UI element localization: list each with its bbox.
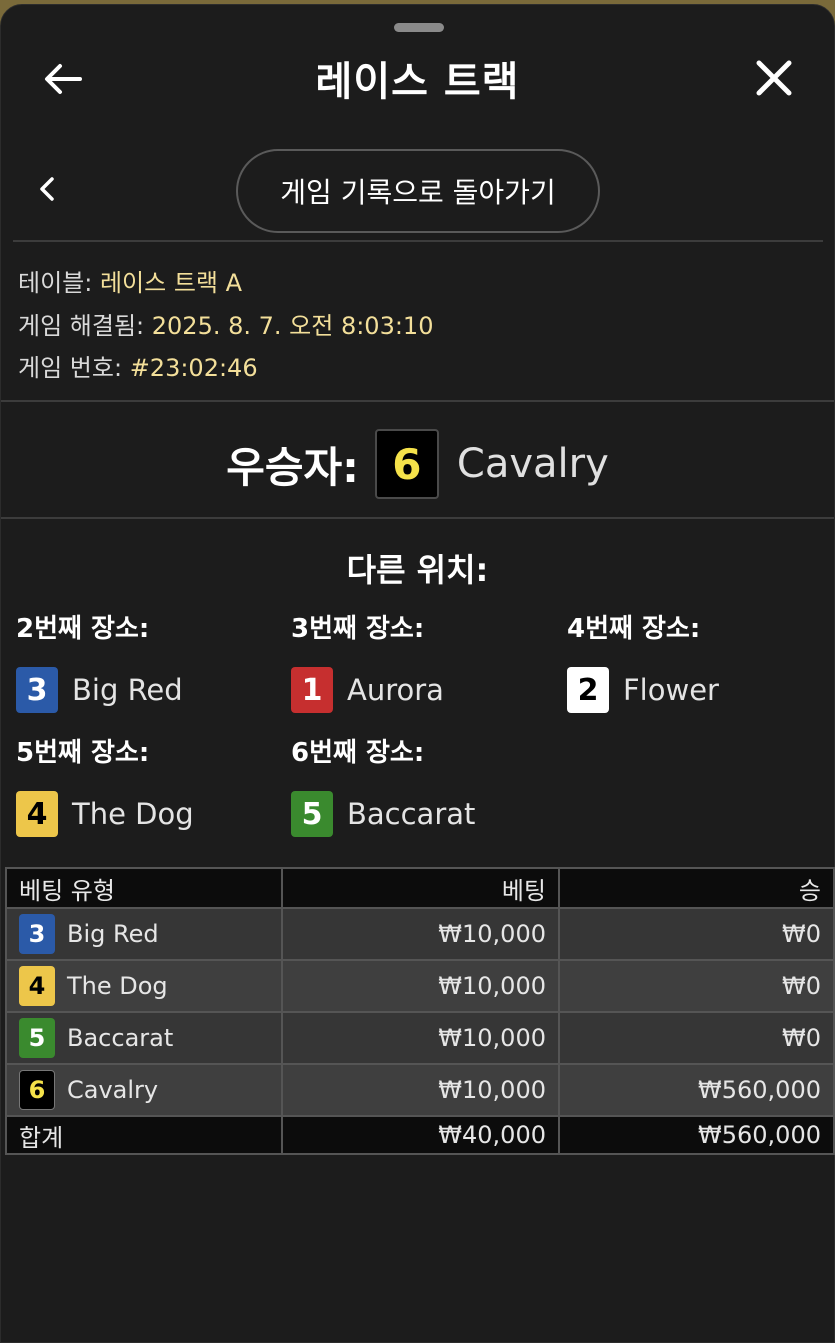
runner-name: Aurora bbox=[347, 673, 444, 707]
place-4: 4번째 장소: 2 Flower bbox=[567, 613, 719, 713]
game-number-label: 게임 번호: bbox=[18, 354, 123, 382]
winner-number-badge: 6 bbox=[374, 429, 439, 499]
runner-number-badge: 5 bbox=[291, 791, 333, 837]
place-3: 3번째 장소: 1 Aurora bbox=[291, 613, 444, 713]
game-number-value: #23:02:46 bbox=[129, 354, 258, 382]
runner-number-badge: 4 bbox=[19, 966, 55, 1006]
win-amount: ₩0 bbox=[558, 907, 835, 961]
runner-number-badge: 6 bbox=[19, 1070, 55, 1110]
win-amount: ₩0 bbox=[558, 1011, 835, 1065]
place-label: 4번째 장소: bbox=[567, 614, 701, 644]
resolved-value: 2025. 8. 7. 오전 8:03:10 bbox=[151, 312, 434, 340]
table-label: 테이블: bbox=[18, 269, 93, 297]
header-bet-type: 베팅 유형 bbox=[5, 867, 283, 909]
runner-name: Cavalry bbox=[67, 1076, 159, 1104]
divider bbox=[1, 400, 834, 402]
place-label: 3번째 장소: bbox=[291, 614, 425, 644]
place-label: 5번째 장소: bbox=[16, 738, 150, 768]
table-info: 테이블: 레이스 트랙 A bbox=[18, 263, 242, 298]
page-title: 레이스 트랙 bbox=[315, 59, 520, 105]
runner-number-badge: 3 bbox=[19, 914, 55, 954]
table-row: 5 Baccarat ₩10,000 ₩0 bbox=[5, 1011, 835, 1065]
other-positions-heading: 다른 위치: bbox=[346, 551, 489, 589]
runner-name: Big Red bbox=[72, 673, 183, 707]
runner-number-badge: 5 bbox=[19, 1018, 55, 1058]
place-2: 2번째 장소: 3 Big Red bbox=[16, 613, 183, 713]
winner-label: 우승자: bbox=[226, 442, 359, 492]
table-row: 4 The Dog ₩10,000 ₩0 bbox=[5, 959, 835, 1013]
bet-amount: ₩10,000 bbox=[281, 907, 560, 961]
runner-number-badge: 2 bbox=[567, 667, 609, 713]
total-bet: ₩40,000 bbox=[281, 1115, 560, 1155]
bet-amount: ₩10,000 bbox=[281, 1063, 560, 1117]
win-amount: ₩560,000 bbox=[558, 1063, 835, 1117]
runner-number-badge: 3 bbox=[16, 667, 58, 713]
close-button[interactable] bbox=[747, 51, 801, 105]
runner-name: Baccarat bbox=[347, 797, 476, 831]
game-number-info: 게임 번호: #23:02:46 bbox=[18, 348, 258, 383]
runner-name: The Dog bbox=[67, 972, 168, 1000]
win-amount: ₩0 bbox=[558, 959, 835, 1013]
total-row: 합계 ₩40,000 ₩560,000 bbox=[5, 1115, 835, 1155]
table-header-row: 베팅 유형 베팅 승 bbox=[5, 867, 835, 909]
back-to-history-button[interactable]: 게임 기록으로 돌아가기 bbox=[236, 149, 600, 233]
winner-name: Cavalry bbox=[456, 441, 609, 487]
header-win: 승 bbox=[558, 867, 835, 909]
place-5: 5번째 장소: 4 The Dog bbox=[16, 737, 194, 837]
runner-name: Flower bbox=[623, 673, 719, 707]
header-bet: 베팅 bbox=[281, 867, 560, 909]
bet-amount: ₩10,000 bbox=[281, 959, 560, 1013]
chevron-left-icon bbox=[40, 177, 54, 201]
bet-amount: ₩10,000 bbox=[281, 1011, 560, 1065]
total-label: 합계 bbox=[5, 1115, 283, 1155]
total-win: ₩560,000 bbox=[558, 1115, 835, 1155]
divider bbox=[1, 517, 834, 519]
place-label: 6번째 장소: bbox=[291, 738, 425, 768]
winner-row: 우승자: 6 Cavalry bbox=[1, 429, 834, 499]
sheet-grabber[interactable] bbox=[394, 23, 444, 32]
runner-name: Baccarat bbox=[67, 1024, 174, 1052]
runner-number-badge: 4 bbox=[16, 791, 58, 837]
resolved-label: 게임 해결됨: bbox=[18, 312, 145, 340]
bottom-sheet: 레이스 트랙 게임 기록으로 돌아가기 테이블: 레이스 트랙 A 게임 해결됨… bbox=[0, 4, 835, 1343]
table-row: 6 Cavalry ₩10,000 ₩560,000 bbox=[5, 1063, 835, 1117]
runner-number-badge: 1 bbox=[291, 667, 333, 713]
resolved-info: 게임 해결됨: 2025. 8. 7. 오전 8:03:10 bbox=[18, 306, 433, 341]
close-x-icon bbox=[756, 60, 792, 96]
runner-name: The Dog bbox=[72, 797, 194, 831]
place-label: 2번째 장소: bbox=[16, 614, 150, 644]
previous-button[interactable] bbox=[29, 169, 65, 209]
table-row: 3 Big Red ₩10,000 ₩0 bbox=[5, 907, 835, 961]
runner-name: Big Red bbox=[67, 920, 159, 948]
place-6: 6번째 장소: 5 Baccarat bbox=[291, 737, 475, 837]
table-value: 레이스 트랙 A bbox=[99, 269, 243, 297]
divider bbox=[13, 240, 823, 242]
bets-table: 베팅 유형 베팅 승 3 Big Red ₩10,000 ₩0 4 The Dog … bbox=[5, 867, 835, 1155]
